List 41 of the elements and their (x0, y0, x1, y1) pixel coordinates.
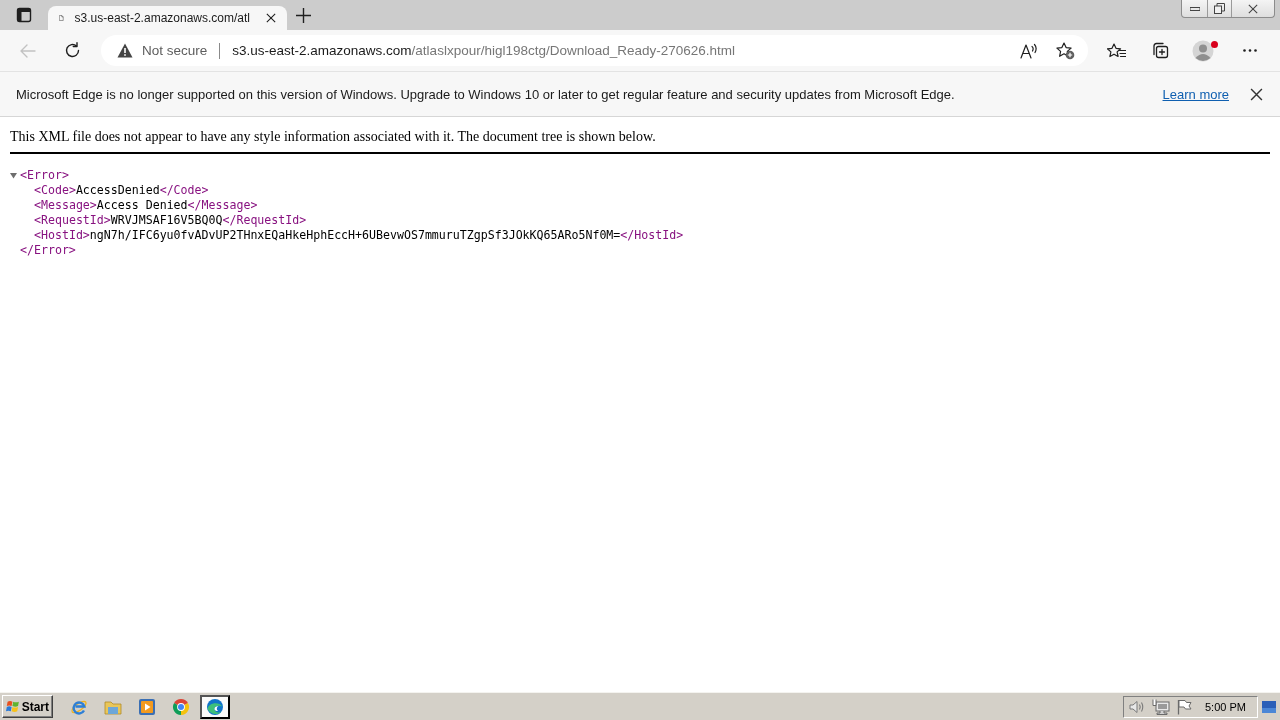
plus-icon (295, 7, 311, 23)
avatar-icon (1192, 38, 1216, 63)
star-list-icon (1106, 42, 1126, 59)
xml-element-line: <HostId>ngN7h/IFC6yu0fvADvUP2THnxEQaHkeHphEccH+6UBevwOS7mmuruTZgpSf3JOkKQ65ARo5Nf0M=</HostId> (34, 228, 684, 243)
collections-icon (1151, 41, 1169, 60)
windows-flag-icon (6, 699, 20, 714)
panel-layout-icon (16, 7, 32, 23)
xml-element-line: <Code>AccessDenied</Code> (34, 183, 209, 198)
star-plus-icon (1055, 41, 1075, 60)
flag-icon[interactable] (1177, 698, 1192, 715)
clock-time[interactable]: 5:00 PM (1205, 700, 1246, 713)
warning-icon (117, 43, 133, 58)
close-icon (1248, 3, 1258, 14)
round-logo-icon (172, 697, 190, 716)
speaker-icon[interactable] (1129, 699, 1145, 714)
xml-tag: </Error> (20, 243, 76, 258)
xml-notice: This XML file does not appear to have any style information associated with it. The document tree is shown below. (10, 128, 657, 146)
minimize-icon (1189, 6, 1200, 11)
wave-logo-icon (206, 697, 224, 716)
taskbar-app-button[interactable] (200, 694, 230, 719)
refresh-icon (63, 42, 81, 59)
close-icon (1249, 87, 1263, 101)
close-icon (266, 13, 276, 23)
address-bar[interactable]: Not secure s3.us-east-2.amazonaws.com/atlaslxpour/higl198ctg/Download_Ready-270626.html (101, 35, 1088, 66)
browser-tab[interactable]: s3.us-east-2.amazonaws.com/atl (48, 6, 287, 30)
info-message: Microsoft Edge is no longer supported on this version of Windows. Upgrade to Windows 10 or later to get regular feature and security updates from Microsoft Edge. (16, 86, 955, 102)
xml-element-line: <RequestId>WRVJMSAF16V5BQ0Q</RequestId> (34, 213, 307, 228)
learn-more-link[interactable]: Learn more (1162, 86, 1229, 102)
play-icon (138, 697, 156, 716)
more-icon (1243, 49, 1257, 52)
security-label[interactable]: Not secure (142, 43, 208, 58)
url-text[interactable]: s3.us-east-2.amazonaws.com/atlaslxpour/higl198ctg/Download_Ready-270626.html (232, 43, 736, 58)
expand-triangle-icon[interactable] (10, 172, 17, 179)
restore-icon (1214, 3, 1225, 14)
network-icon[interactable] (1152, 698, 1170, 715)
xml-tag: <Error> (20, 168, 69, 183)
start-button[interactable]: Start (2, 695, 53, 718)
desktop-icon[interactable] (1262, 700, 1276, 713)
xml-element-line: <Message>Access Denied</Message> (34, 198, 258, 213)
tab-title: s3.us-east-2.amazonaws.com/atl (74, 11, 250, 25)
read-aloud-icon (1020, 42, 1038, 59)
